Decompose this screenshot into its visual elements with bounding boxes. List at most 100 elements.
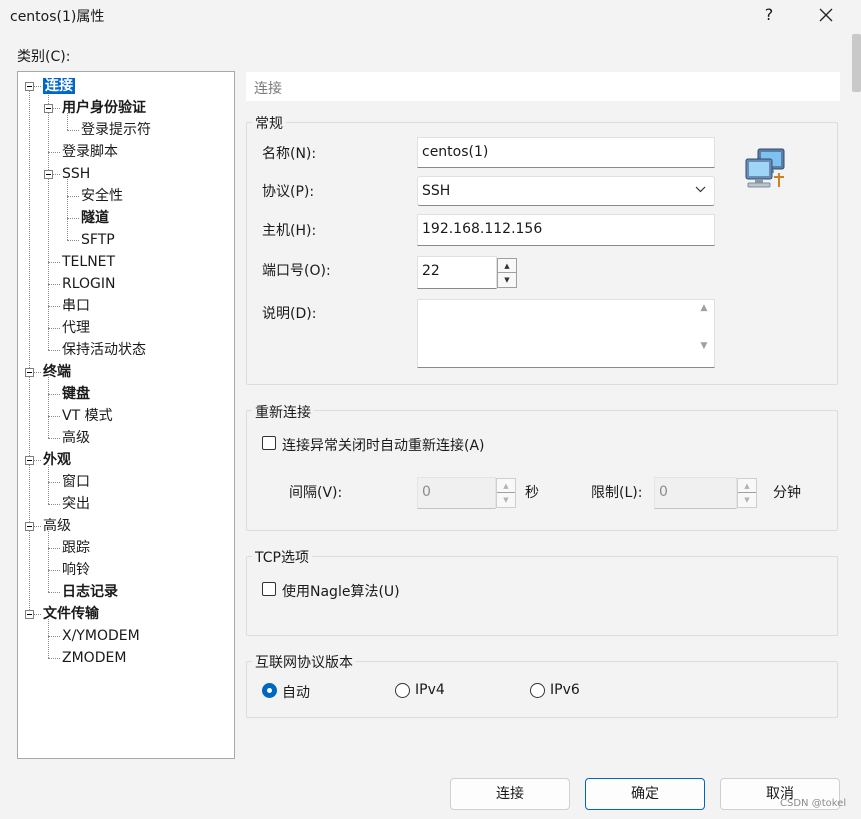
stepper-up-icon[interactable]: ▲ — [498, 259, 516, 273]
tree-item[interactable]: TELNET — [62, 253, 115, 271]
tree-item[interactable]: RLOGIN — [62, 275, 116, 293]
ok-button[interactable]: 确定 — [585, 778, 705, 810]
tree-line — [48, 350, 60, 351]
tree-line — [48, 636, 60, 637]
collapse-icon[interactable] — [44, 104, 53, 113]
tree-item-label: 文件传输 — [43, 606, 99, 622]
stepper-down-icon[interactable]: ▼ — [498, 273, 516, 287]
tree-item[interactable]: ZMODEM — [62, 649, 126, 667]
tree-item[interactable]: 键盘 — [62, 385, 90, 403]
tree-line — [67, 130, 79, 131]
collapse-icon[interactable] — [25, 82, 34, 91]
stepper-up-icon[interactable]: ▲ — [497, 479, 515, 493]
tree-item[interactable]: 高级 — [43, 517, 71, 535]
radio-ipv4-label[interactable]: IPv4 — [415, 682, 445, 698]
tree-item[interactable]: 登录提示符 — [81, 121, 151, 139]
tree-item[interactable]: 文件传输 — [43, 605, 99, 623]
port-stepper[interactable]: ▲ ▼ — [497, 258, 517, 288]
radio-auto-label[interactable]: 自动 — [282, 682, 310, 702]
interval-stepper[interactable]: ▲ ▼ — [496, 478, 516, 508]
category-tree[interactable]: 连接用户身份验证登录提示符登录脚本 SSH 安全性隧道 SFTP TELNET RLOGI… — [17, 71, 235, 759]
reconnect-group — [246, 410, 838, 531]
tree-item[interactable]: 高级 — [62, 429, 90, 447]
tree-line — [48, 619, 49, 658]
protocol-label: 协议(P): — [262, 184, 315, 200]
tree-item-label: 登录脚本 — [62, 144, 118, 160]
tree-item-label: TELNET — [62, 254, 116, 270]
radio-ipv6-label[interactable]: IPv6 — [550, 682, 580, 698]
limit-stepper[interactable]: ▲ ▼ — [737, 478, 757, 508]
collapse-icon[interactable] — [25, 368, 34, 377]
tree-item[interactable]: 串口 — [62, 297, 90, 315]
nagle-label[interactable]: 使用Nagle算法(U) — [282, 581, 400, 601]
port-label: 端口号(O): — [262, 263, 331, 279]
tree-item[interactable]: 日志记录 — [62, 583, 118, 601]
tree-item-label: 突出 — [62, 496, 90, 512]
tree-item-label: 高级 — [43, 518, 71, 534]
collapse-icon[interactable] — [25, 456, 34, 465]
tree-line — [48, 416, 60, 417]
stepper-down-icon[interactable]: ▼ — [738, 493, 756, 507]
tree-item-label: 保持活动状态 — [62, 342, 146, 358]
tree-item[interactable]: 响铃 — [62, 561, 90, 579]
tree-item[interactable]: 突出 — [62, 495, 90, 513]
stepper-down-icon[interactable]: ▼ — [497, 493, 515, 507]
nagle-checkbox[interactable] — [262, 582, 276, 596]
tree-item[interactable]: 隧道 — [81, 209, 109, 227]
radio-ipv6[interactable] — [530, 683, 545, 698]
tree-line — [67, 179, 68, 240]
limit-input[interactable]: 0 — [654, 477, 737, 509]
tree-item[interactable]: 终端 — [43, 363, 71, 381]
tree-item[interactable]: 登录脚本 — [62, 143, 118, 161]
description-scrollbar[interactable]: ▲ ▼ — [696, 303, 712, 365]
scroll-up-icon[interactable]: ▲ — [696, 303, 712, 313]
tree-item-label: 跟踪 — [62, 540, 90, 556]
protocol-select[interactable]: SSH — [417, 176, 715, 206]
close-button[interactable] — [798, 0, 854, 32]
tree-item[interactable]: VT 模式 — [62, 407, 113, 425]
collapse-icon[interactable] — [25, 522, 34, 531]
stepper-up-icon[interactable]: ▲ — [738, 479, 756, 493]
limit-unit: 分钟 — [773, 485, 801, 501]
description-textarea[interactable] — [417, 299, 715, 368]
tree-item[interactable]: 连接 — [43, 77, 75, 95]
tree-item[interactable]: 安全性 — [81, 187, 123, 205]
scrollbar[interactable] — [852, 34, 861, 92]
collapse-icon[interactable] — [44, 170, 53, 179]
tree-item-label: 日志记录 — [62, 584, 118, 600]
radio-auto[interactable] — [262, 683, 277, 698]
name-input[interactable]: centos(1) — [417, 137, 715, 168]
scroll-down-icon[interactable]: ▼ — [696, 341, 712, 351]
tree-item-label: SSH — [62, 166, 91, 182]
tree-item[interactable]: 保持活动状态 — [62, 341, 146, 359]
tree-line — [48, 262, 60, 263]
tree-item[interactable]: SSH — [62, 165, 90, 183]
auto-reconnect-checkbox[interactable] — [262, 436, 276, 450]
auto-reconnect-label[interactable]: 连接异常关闭时自动重新连接(A) — [282, 435, 485, 455]
tree-item[interactable]: 跟踪 — [62, 539, 90, 557]
limit-label: 限制(L): — [591, 485, 643, 501]
tree-item[interactable]: 代理 — [62, 319, 90, 337]
tree-item[interactable]: SFTP — [81, 231, 115, 249]
tree-item[interactable]: 外观 — [43, 451, 71, 469]
tree-line — [48, 328, 60, 329]
interval-unit: 秒 — [525, 485, 539, 501]
collapse-icon[interactable] — [25, 610, 34, 619]
description-label: 说明(D): — [262, 306, 317, 322]
interval-input[interactable]: 0 — [417, 477, 496, 509]
host-input[interactable]: 192.168.112.156 — [417, 214, 715, 246]
title-bar[interactable] — [0, 0, 861, 32]
tree-line — [48, 284, 60, 285]
tree-line — [48, 377, 49, 438]
tree-line — [67, 196, 79, 197]
help-button[interactable]: ? — [742, 0, 796, 32]
tree-item[interactable]: 用户身份验证 — [62, 99, 146, 117]
connect-button[interactable]: 连接 — [450, 778, 570, 810]
tree-item-label: 登录提示符 — [81, 122, 151, 138]
port-input[interactable]: 22 — [417, 256, 497, 289]
watermark: CSDN @tokel — [780, 798, 847, 809]
close-icon — [819, 8, 833, 22]
radio-ipv4[interactable] — [395, 683, 410, 698]
tree-item[interactable]: 窗口 — [62, 473, 90, 491]
tree-item[interactable]: X/YMODEM — [62, 627, 140, 645]
